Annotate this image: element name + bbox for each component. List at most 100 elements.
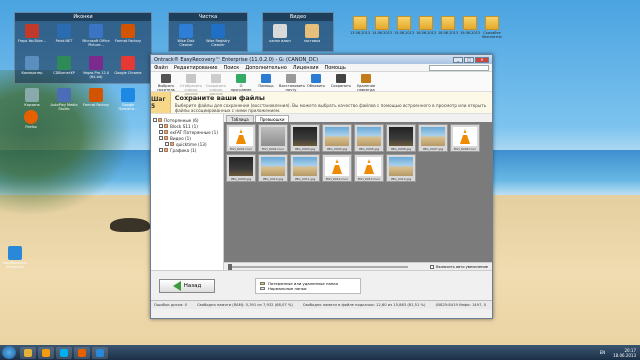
app-icon	[25, 88, 39, 102]
desktop-icon[interactable]: Fraps YouTube...	[17, 23, 47, 53]
thumbnail[interactable]: MVI_0001.mov	[226, 124, 256, 152]
toolbar-button[interactable]: О программе	[229, 74, 253, 92]
toolbar-button[interactable]: Помощь	[254, 74, 278, 88]
desktop-icon[interactable]: Wise Disk Cleaner	[171, 23, 201, 53]
desktop-folder[interactable]: 15.06.2013	[394, 16, 414, 35]
app-icon	[89, 56, 103, 70]
desktop-folder[interactable]: 19.06.2013	[460, 16, 480, 35]
step-heading: Сохраните ваши файлы	[174, 94, 265, 102]
desktop-folder[interactable]: 18.06.2013	[438, 16, 458, 35]
taskbar-app[interactable]	[92, 346, 108, 359]
bottom-panel: Назад Потерянные или удаленные папки Нор…	[151, 270, 492, 300]
desktop-folder[interactable]: Скачайте бесплатно	[482, 16, 502, 39]
menu-edit[interactable]: Редактирование	[174, 65, 218, 71]
thumbnail[interactable]: IMG_0006.jpg	[386, 124, 416, 152]
fence-video[interactable]: Видео канал влюп заставка	[262, 12, 334, 52]
tree-checkbox[interactable]	[159, 124, 163, 128]
taskbar-app[interactable]	[38, 346, 54, 359]
fence-cleaning[interactable]: Чистка Wise Disk Cleaner Wise Registry Cl…	[168, 12, 248, 52]
menu-file[interactable]: Файл	[154, 65, 168, 71]
tree-checkbox[interactable]	[153, 118, 157, 122]
desktop-icon[interactable]: Microsoft Office Picture...	[81, 23, 111, 53]
legend-row: Нормальные папки	[260, 286, 356, 291]
thumbnail[interactable]: IMG_0014.jpg	[386, 154, 416, 182]
close-button[interactable]: ✕	[475, 56, 489, 63]
thumbnail[interactable]: IMG_0004.jpg	[322, 124, 352, 152]
back-button[interactable]: Назад	[159, 278, 215, 293]
desktop-folder[interactable]: 13.06.2013	[350, 16, 370, 35]
thumbnail-grid: MVI_0001.mov MVI_0002.mov IMG_0003.jpg IMG_…	[224, 122, 492, 262]
menu-help[interactable]: Помощь	[324, 65, 345, 71]
taskbar-app[interactable]	[20, 346, 36, 359]
thumbnail[interactable]: MVI_0002.mov	[258, 124, 288, 152]
menu-extra[interactable]: Дополнительно	[245, 65, 286, 71]
desktop-icon[interactable]: Format Factory	[81, 87, 111, 117]
desktop-icon[interactable]: Paint.NET	[49, 23, 79, 53]
app-icon	[57, 24, 71, 38]
app-icon	[121, 88, 135, 102]
thumbnail[interactable]: IMG_0010.jpg	[258, 154, 288, 182]
auto-zoom-checkbox[interactable]	[430, 264, 435, 269]
clock-date: 18.06.2013	[613, 352, 636, 358]
fence-icons[interactable]: Иконки Fraps YouTube... Paint.NET Microsof…	[14, 12, 152, 111]
maximize-button[interactable]: □	[464, 56, 474, 63]
desktop-icon[interactable]: Wise Registry Cleaner	[203, 23, 233, 53]
toolbar-button[interactable]: Удаление навсегда	[354, 74, 378, 92]
clock[interactable]: 20:17 18.06.2013	[613, 348, 636, 358]
desktop-icon-easyrecovery[interactable]: EasyRecovery Enterprise	[0, 246, 30, 269]
thumbnail[interactable]: IMG_0003.jpg	[290, 124, 320, 152]
easyrecovery-window[interactable]: Ontrack® EasyRecovery™ Enterprise (11.0.…	[150, 54, 493, 319]
desktop-icon[interactable]: Компьютер	[17, 55, 47, 85]
toolbar-button[interactable]: Сохранить	[329, 74, 353, 88]
folder-icon	[164, 136, 168, 140]
language-indicator[interactable]: EN	[600, 350, 606, 355]
tree-node[interactable]: Графика (1)	[153, 147, 221, 153]
desktop-icon[interactable]: CDBurnerXP	[49, 55, 79, 85]
toolbar-button[interactable]: Выбрать носитель	[154, 74, 178, 92]
auto-zoom-option[interactable]: Включить авто увеличение	[430, 264, 488, 269]
start-button[interactable]	[2, 346, 16, 359]
desktop-icon[interactable]: Vegas Pro 12.0 (64-bit)	[81, 55, 111, 85]
taskbar-app[interactable]	[74, 346, 90, 359]
image-preview	[325, 127, 349, 146]
tab-thumbnails[interactable]: Превьюшки	[254, 115, 290, 122]
app-icon	[121, 24, 135, 38]
menu-license[interactable]: Лицензия	[293, 65, 319, 71]
toolbar-button[interactable]: Обновить	[304, 74, 328, 88]
tree-checkbox[interactable]	[165, 142, 169, 146]
menu-search[interactable]: Поиск	[223, 65, 239, 71]
desktop-folder[interactable]: 16.06.2013	[416, 16, 436, 35]
thumbnail-label: IMG_0014.jpg	[390, 177, 412, 181]
toolbar-icon	[161, 74, 171, 83]
thumbnail[interactable]: MVI_0013.mov	[354, 154, 384, 182]
desktop-icon[interactable]: Format Factory	[113, 23, 143, 53]
search-input[interactable]	[429, 64, 489, 71]
thumbnail[interactable]: IMG_0009.jpg	[226, 154, 256, 182]
folder-label: Скачайте бесплатно	[482, 31, 502, 39]
thumbnail[interactable]: IMG_0007.jpg	[418, 124, 448, 152]
zoom-slider[interactable]	[228, 263, 408, 270]
taskbar-app[interactable]	[56, 346, 72, 359]
thumbnail[interactable]: IMG_0005.jpg	[354, 124, 384, 152]
thumbnail-label: IMG_0010.jpg	[262, 177, 284, 181]
tree-checkbox[interactable]	[159, 130, 163, 134]
tab-table[interactable]: Таблица	[226, 115, 254, 122]
thumbnail[interactable]: MVI_0012.mov	[322, 154, 352, 182]
toolbar-button[interactable]: Восстановить почту	[279, 74, 305, 92]
window-title: Ontrack® EasyRecovery™ Enterprise (11.0.…	[154, 56, 319, 63]
tree-checkbox[interactable]	[159, 148, 163, 152]
desktop-icon[interactable]: канал влюп	[265, 23, 295, 53]
tree-checkbox[interactable]	[159, 136, 163, 140]
desktop-icon-firefox[interactable]: Firefox	[16, 110, 46, 129]
thumbnail[interactable]: IMG_0011.jpg	[290, 154, 320, 182]
desktop-icon[interactable]: Google Chrome	[113, 55, 143, 85]
app-icon	[42, 348, 50, 357]
desktop-icon[interactable]: AutoPlay Media Studio	[49, 87, 79, 117]
desktop-folder[interactable]: 14.06.2013	[372, 16, 392, 35]
zoom-slider-handle[interactable]	[228, 263, 232, 270]
window-titlebar[interactable]: Ontrack® EasyRecovery™ Enterprise (11.0.…	[151, 55, 492, 64]
desktop-icon[interactable]: заставка	[297, 23, 327, 53]
thumbnail[interactable]: MVI_0008.mov	[450, 124, 480, 152]
desktop-icon[interactable]: Google Планета...	[113, 87, 143, 117]
minimize-button[interactable]: _	[453, 56, 463, 63]
